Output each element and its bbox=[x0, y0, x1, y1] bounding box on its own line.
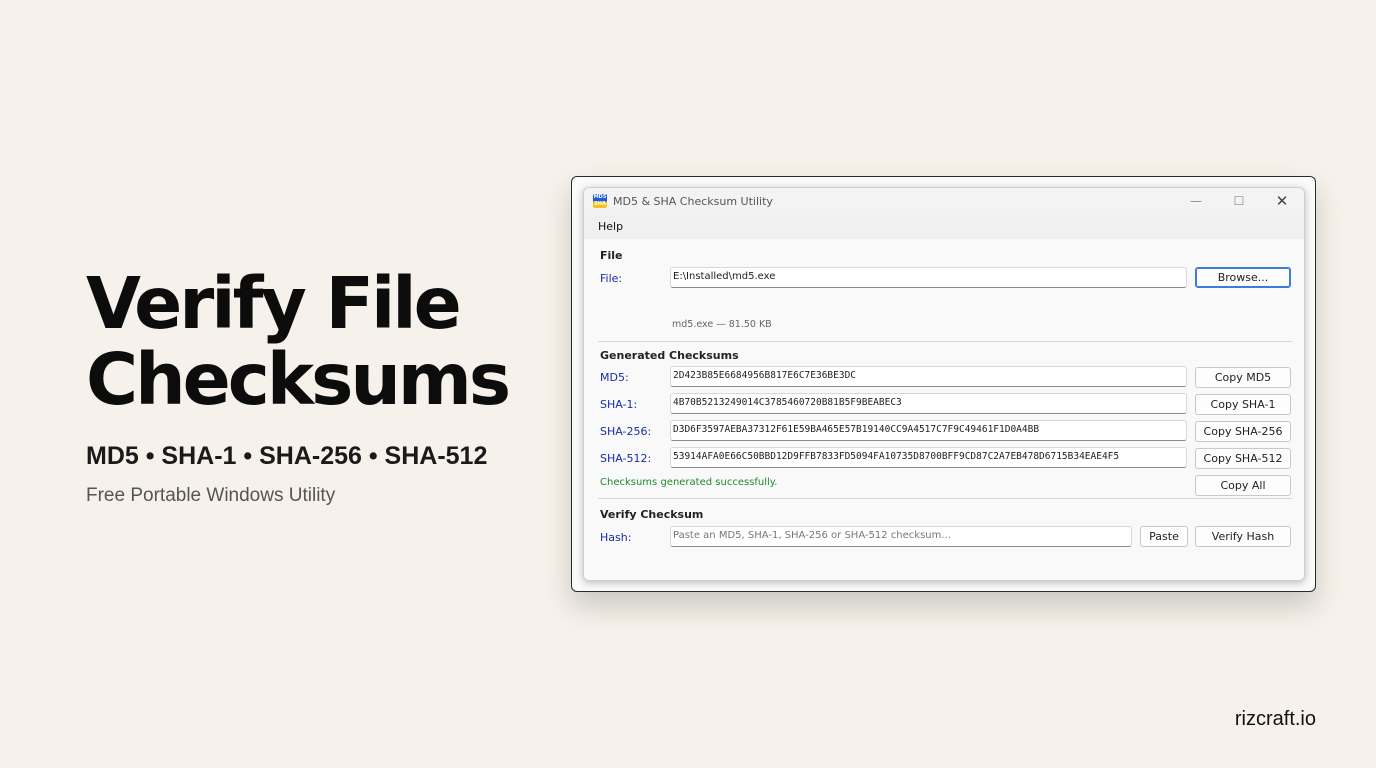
divider bbox=[598, 498, 1292, 499]
hero-title-line-2: Checksums bbox=[86, 338, 511, 421]
window-title: MD5 & SHA Checksum Utility bbox=[613, 195, 773, 208]
verify-hash-button[interactable]: Verify Hash bbox=[1195, 526, 1291, 547]
menu-item-help[interactable]: Help bbox=[598, 220, 623, 233]
window-body: File File: E:\Installed\md5.exe Browse..… bbox=[584, 239, 1304, 580]
title-bar[interactable]: MD5 SHA MD5 & SHA Checksum Utility — ☐ ✕ bbox=[584, 188, 1304, 215]
hero-title: Verify File Checksums bbox=[86, 262, 511, 421]
copy-sha1-button[interactable]: Copy SHA-1 bbox=[1195, 394, 1291, 415]
screenshot-frame: MD5 SHA MD5 & SHA Checksum Utility — ☐ ✕… bbox=[571, 176, 1316, 592]
paste-button[interactable]: Paste bbox=[1140, 526, 1188, 547]
close-icon[interactable]: ✕ bbox=[1272, 192, 1292, 210]
minimize-icon[interactable]: — bbox=[1186, 192, 1206, 210]
browse-button[interactable]: Browse... bbox=[1195, 267, 1291, 288]
hero-title-line-1: Verify File bbox=[86, 262, 462, 345]
file-path-field[interactable]: E:\Installed\md5.exe bbox=[670, 267, 1187, 288]
hero-note: Free Portable Windows Utility bbox=[86, 485, 336, 506]
brand-name: rizcraft.io bbox=[1234, 708, 1316, 730]
sha256-label: SHA-256: bbox=[600, 425, 652, 438]
app-window: MD5 SHA MD5 & SHA Checksum Utility — ☐ ✕… bbox=[583, 187, 1305, 581]
file-section-heading: File bbox=[600, 249, 623, 262]
copy-sha256-button[interactable]: Copy SHA-256 bbox=[1195, 421, 1291, 442]
maximize-icon[interactable]: ☐ bbox=[1229, 192, 1249, 210]
divider bbox=[598, 341, 1292, 342]
checksums-section-heading: Generated Checksums bbox=[600, 349, 739, 362]
sha256-field[interactable]: D3D6F3597AEBA37312F61E59BA465E57B19140CC… bbox=[670, 420, 1187, 441]
file-info: md5.exe — 81.50 KB bbox=[672, 319, 772, 330]
sha512-field[interactable]: 53914AFA0E66C50BBD12D9FFB7833FD5094FA107… bbox=[670, 447, 1187, 468]
sha512-label: SHA-512: bbox=[600, 452, 652, 465]
menu-bar: Help bbox=[584, 215, 1304, 239]
hash-input[interactable]: Paste an MD5, SHA-1, SHA-256 or SHA-512 … bbox=[670, 526, 1132, 547]
status-message: Checksums generated successfully. bbox=[600, 477, 778, 488]
copy-all-button[interactable]: Copy All bbox=[1195, 475, 1291, 496]
md5-label: MD5: bbox=[600, 371, 629, 384]
app-icon: MD5 SHA bbox=[593, 194, 607, 208]
verify-section-heading: Verify Checksum bbox=[600, 508, 704, 521]
sha1-field[interactable]: 4B70B5213249014C3785460720B81B5F9BEABEC3 bbox=[670, 393, 1187, 414]
hero-subtitle: MD5 • SHA-1 • SHA-256 • SHA-512 bbox=[86, 442, 488, 470]
copy-sha512-button[interactable]: Copy SHA-512 bbox=[1195, 448, 1291, 469]
hash-label: Hash: bbox=[600, 531, 632, 544]
md5-field[interactable]: 2D423B85E6684956B817E6C7E36BE3DC bbox=[670, 366, 1187, 387]
sha1-label: SHA-1: bbox=[600, 398, 638, 411]
file-label: File: bbox=[600, 272, 623, 285]
copy-md5-button[interactable]: Copy MD5 bbox=[1195, 367, 1291, 388]
